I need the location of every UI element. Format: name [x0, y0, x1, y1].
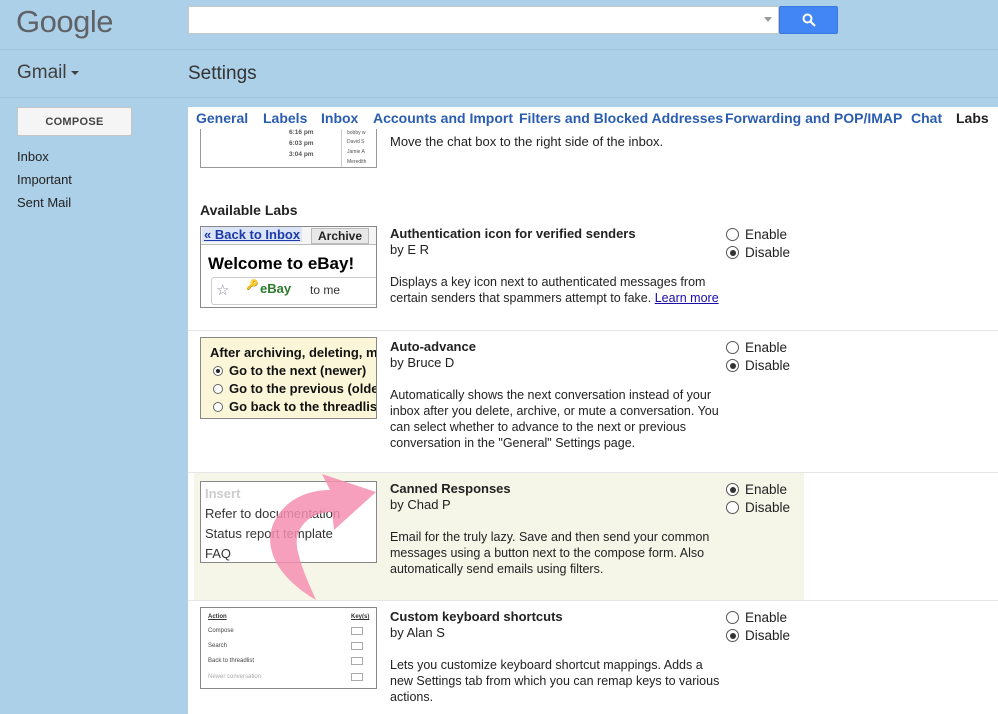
- tab-forwarding[interactable]: Forwarding and POP/IMAP: [725, 110, 902, 126]
- available-labs-heading: Available Labs: [200, 202, 298, 218]
- lab-thumbnail: Insert Refer to documentation Status rep…: [200, 481, 377, 563]
- lab-thumbnail: After archiving, deleting, m Go to the n…: [200, 337, 377, 419]
- gmail-label: Gmail: [17, 62, 67, 83]
- preview-sender: eBay: [260, 281, 292, 296]
- chat-contact: Meredith: [347, 159, 367, 165]
- radio-button-selected-icon: [726, 246, 739, 259]
- sidebar-item-inbox[interactable]: Inbox: [17, 149, 72, 172]
- search-input[interactable]: [189, 7, 749, 33]
- chevron-down-icon: [70, 70, 79, 75]
- labs-list: 6:16 pm 6:03 pm 3:04 pm bobby w David S …: [188, 129, 998, 714]
- tab-inbox[interactable]: Inbox: [321, 110, 358, 126]
- star-icon: ☆: [216, 282, 230, 299]
- compose-button[interactable]: COMPOSE: [17, 107, 132, 136]
- gmail-menu[interactable]: Gmail: [17, 62, 79, 84]
- radio-icon: [213, 402, 223, 412]
- key-icon: 🔑: [246, 280, 259, 291]
- tab-labs[interactable]: Labs: [956, 110, 989, 126]
- tab-general[interactable]: General: [196, 110, 248, 126]
- radio-button-selected-icon: [726, 359, 739, 372]
- radio-button-icon: [726, 501, 739, 514]
- lab-title: Custom keyboard shortcuts: [390, 609, 563, 624]
- lab-description: Displays a key icon next to authenticate…: [390, 275, 719, 305]
- search-button[interactable]: [779, 6, 838, 34]
- preview-subject: Welcome to eBay!: [208, 254, 355, 273]
- tab-chat[interactable]: Chat: [911, 110, 942, 126]
- lab-item: « Back to Inbox Archive Welcome to eBay!…: [188, 222, 998, 330]
- tab-labels[interactable]: Labels: [263, 110, 307, 126]
- chat-contact: David S: [347, 139, 365, 145]
- enable-radio[interactable]: Enable: [726, 482, 787, 497]
- google-logo[interactable]: Google: [16, 4, 113, 40]
- sidebar-nav: Inbox Important Sent Mail: [17, 149, 72, 218]
- disable-radio[interactable]: Disable: [726, 500, 790, 515]
- subheader-divider: [0, 97, 998, 98]
- radio-button-selected-icon: [726, 629, 739, 642]
- radio-icon: [213, 384, 223, 394]
- lab-description: Lets you customize keyboard shortcut map…: [390, 658, 720, 704]
- enable-radio[interactable]: Enable: [726, 227, 787, 242]
- search-options-caret-icon[interactable]: [764, 17, 772, 22]
- enable-radio[interactable]: Enable: [726, 340, 787, 355]
- lab-description: Email for the truly lazy. Save and then …: [390, 530, 710, 576]
- chat-time: 6:03 pm: [289, 140, 314, 147]
- chat-time: 3:04 pm: [289, 151, 314, 158]
- disable-radio[interactable]: Disable: [726, 245, 790, 260]
- sidebar-item-sent-mail[interactable]: Sent Mail: [17, 195, 72, 218]
- lab-thumbnail: Action Key(s) Compose Search Back to thr…: [200, 607, 377, 689]
- back-to-inbox-link: « Back to Inbox: [202, 227, 303, 242]
- chat-contact: Jamie A: [347, 149, 365, 155]
- sidebar-item-important[interactable]: Important: [17, 172, 72, 195]
- lab-thumbnail: « Back to Inbox Archive Welcome to eBay!…: [200, 226, 377, 308]
- learn-more-link[interactable]: Learn more: [655, 291, 719, 305]
- settings-panel: General Labels Inbox Accounts and Import…: [188, 107, 998, 714]
- lab-title: Auto-advance: [390, 339, 476, 354]
- radio-button-icon: [726, 611, 739, 624]
- archive-button-preview: Archive: [311, 228, 370, 244]
- lab-title: Canned Responses: [390, 481, 511, 496]
- radio-icon: [213, 366, 223, 376]
- lab-item: After archiving, deleting, m Go to the n…: [188, 330, 998, 472]
- chat-contact: bobby w: [347, 130, 366, 136]
- page-title: Settings: [188, 63, 257, 84]
- chat-time: 6:16 pm: [289, 129, 314, 136]
- radio-button-icon: [726, 341, 739, 354]
- tab-accounts-and-import[interactable]: Accounts and Import: [373, 110, 513, 126]
- lab-author: by E R: [390, 242, 430, 257]
- disable-radio[interactable]: Disable: [726, 628, 790, 643]
- chat-lab-description: Move the chat box to the right side of t…: [390, 134, 664, 149]
- radio-button-icon: [726, 228, 739, 241]
- lab-author: by Chad P: [390, 497, 451, 512]
- lab-title: Authentication icon for verified senders: [390, 226, 636, 241]
- lab-description: Automatically shows the next conversatio…: [390, 388, 719, 450]
- lab-item-highlighted: Insert Refer to documentation Status rep…: [188, 472, 998, 600]
- header-divider: [0, 49, 998, 50]
- tab-filters[interactable]: Filters and Blocked Addresses: [519, 110, 723, 126]
- disable-radio[interactable]: Disable: [726, 358, 790, 373]
- preview-recipient: to me: [310, 283, 341, 297]
- radio-button-selected-icon: [726, 483, 739, 496]
- lab-item: Action Key(s) Compose Search Back to thr…: [188, 600, 998, 714]
- chat-preview-thumbnail: 6:16 pm 6:03 pm 3:04 pm bobby w David S …: [200, 129, 377, 168]
- enable-radio[interactable]: Enable: [726, 610, 787, 625]
- lab-author: by Alan S: [390, 625, 445, 640]
- search-box[interactable]: [188, 6, 779, 34]
- lab-author: by Bruce D: [390, 355, 455, 370]
- search-icon: [802, 13, 816, 27]
